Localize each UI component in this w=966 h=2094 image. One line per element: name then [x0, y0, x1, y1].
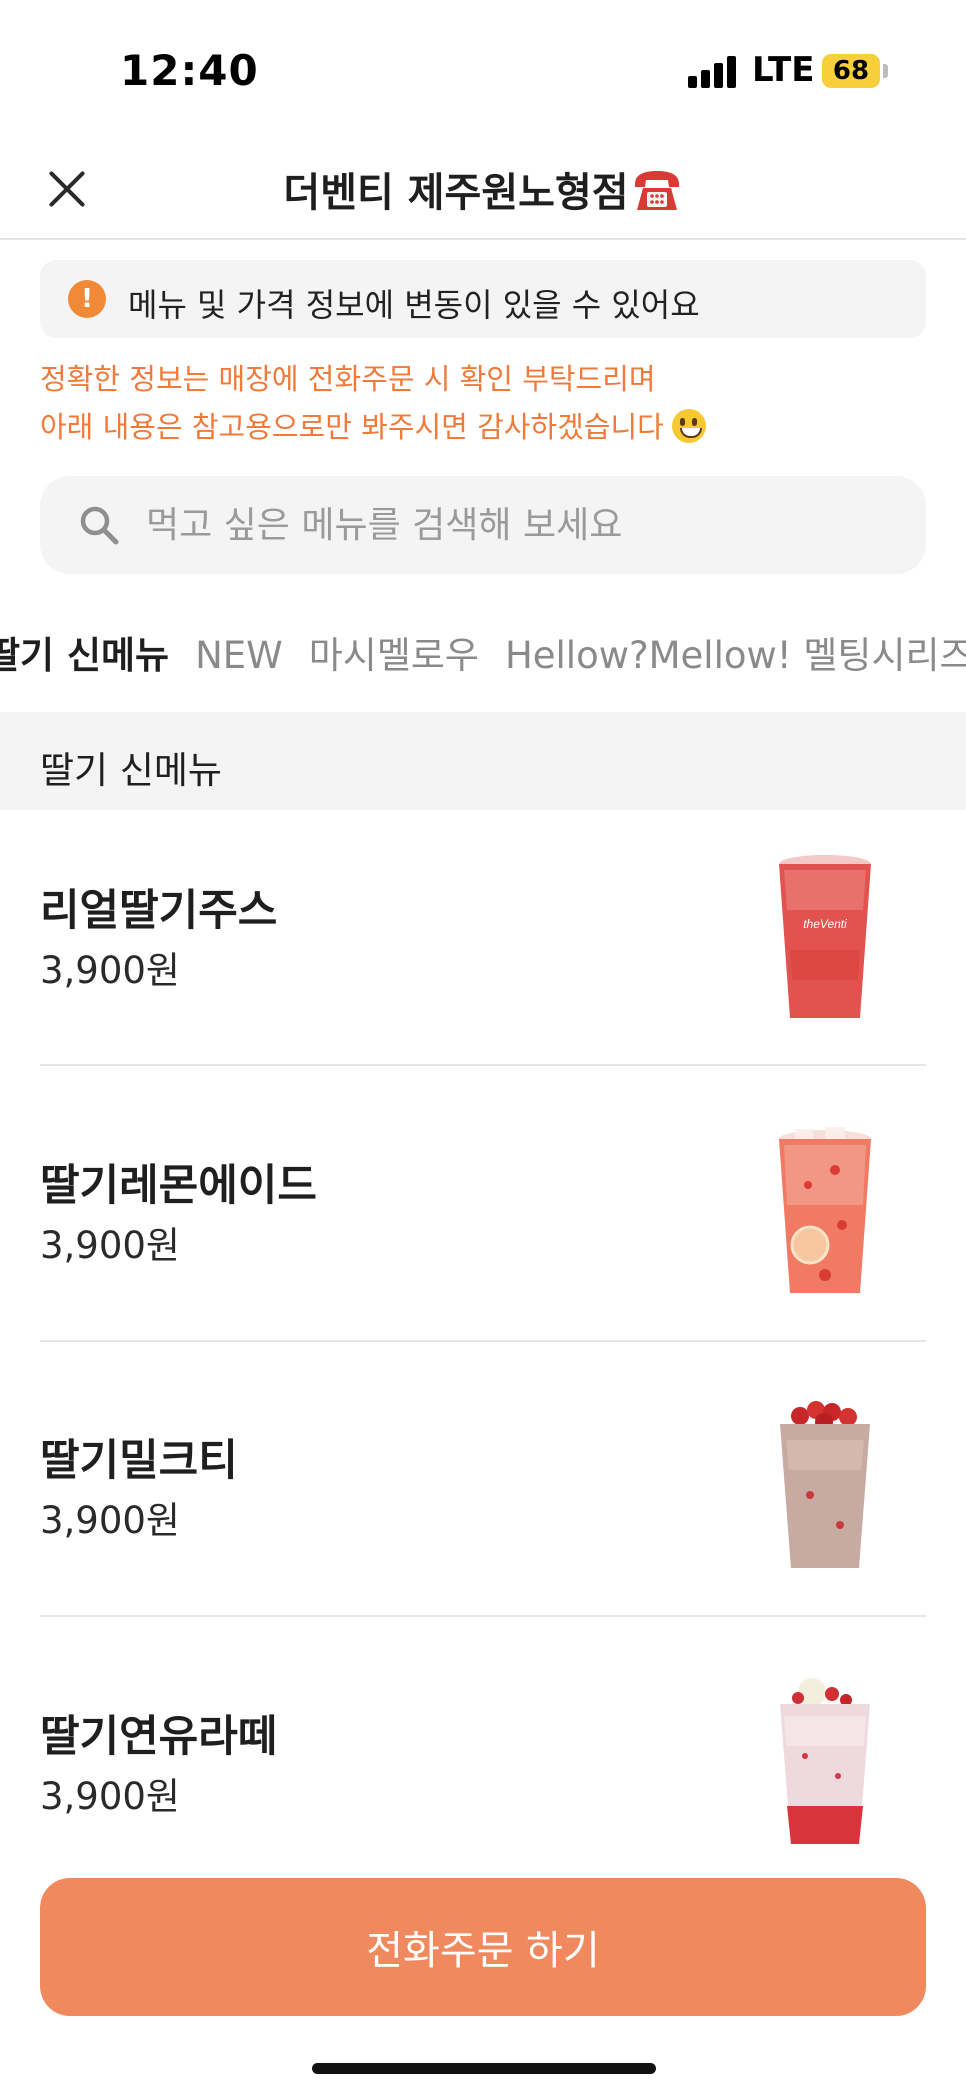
menu-item[interactable]: 딸기연유라떼 3,900원	[40, 1636, 926, 1911]
divider	[40, 1615, 926, 1617]
search-icon	[80, 506, 119, 545]
strawberry-condensed-milk-latte-image	[780, 1678, 870, 1844]
smiley-emoji-icon	[671, 409, 706, 443]
category-tabs-track: 딸기 신메뉴 NEW 마시멜로우 Hellow?Mellow! 멜팅시리즈	[0, 630, 966, 682]
telephone-icon[interactable]	[631, 166, 683, 214]
menu-item-name: 딸기밀크티	[40, 1436, 238, 1486]
divider	[40, 1064, 926, 1066]
menu-item-price: 3,900원	[40, 949, 180, 992]
store-name: 더벤티 제주원노형점	[283, 170, 629, 216]
status-bar: 12:40 LTE 68	[0, 0, 966, 140]
search-bar[interactable]	[40, 476, 926, 574]
battery-tip	[883, 64, 888, 78]
call-order-button[interactable]: 전화주문 하기	[40, 1878, 926, 2016]
menu-item-price: 3,900원	[40, 1224, 180, 1267]
home-indicator[interactable]	[312, 2063, 656, 2074]
strawberry-milk-tea-image	[780, 1401, 870, 1568]
signal-strength-icon	[688, 56, 738, 88]
strawberry-juice-image: theVenti	[779, 855, 871, 1018]
search-input[interactable]	[146, 496, 886, 554]
section-header: 딸기 신메뉴	[0, 712, 966, 810]
menu-item-price: 3,900원	[40, 1499, 180, 1542]
menu-item[interactable]: 딸기밀크티 3,900원	[40, 1360, 926, 1635]
tab-melting-series[interactable]: Hellow?Mellow! 멜팅시리즈	[505, 630, 966, 682]
network-label: LTE	[752, 50, 815, 90]
menu-item-name: 딸기레몬에이드	[40, 1161, 317, 1211]
header: 더벤티 제주원노형점	[0, 140, 966, 240]
svg-text:theVenti: theVenti	[803, 917, 847, 931]
tab-marshmallow[interactable]: 마시멜로우	[309, 630, 479, 682]
notice-banner: ! 메뉴 및 가격 정보에 변동이 있을 수 있어요	[40, 260, 926, 338]
disclaimer-line-2-text: 아래 내용은 참고용으로만 봐주시면 감사하겠습니다	[40, 410, 664, 444]
disclaimer-line-2: 아래 내용은 참고용으로만 봐주시면 감사하겠습니다	[40, 404, 706, 446]
page: 12:40 LTE 68 더벤티 제주원노형점 ! 메뉴 및 가격 정보에 변동…	[0, 0, 966, 2094]
disclaimer-line-1: 정확한 정보는 매장에 전화주문 시 확인 부탁드리며	[40, 362, 656, 396]
battery-icon: 68	[822, 54, 880, 88]
menu-item[interactable]: 리얼딸기주스 3,900원 theVenti	[40, 810, 926, 1085]
notice-text: 메뉴 및 가격 정보에 변동이 있을 수 있어요	[128, 286, 700, 324]
menu-item-name: 딸기연유라떼	[40, 1712, 278, 1762]
section-title: 딸기 신메뉴	[40, 749, 222, 792]
category-tabs[interactable]: 딸기 신메뉴 NEW 마시멜로우 Hellow?Mellow! 멜팅시리즈	[0, 630, 966, 690]
strawberry-lemonade-image	[779, 1127, 871, 1293]
battery-level: 68	[832, 56, 870, 86]
tab-strawberry-new-menu[interactable]: 딸기 신메뉴	[0, 630, 169, 682]
menu-item-name: 리얼딸기주스	[40, 886, 278, 936]
tab-new[interactable]: NEW	[195, 630, 283, 682]
status-time: 12:40	[120, 46, 259, 95]
menu-item[interactable]: 딸기레몬에이드 3,900원	[40, 1085, 926, 1360]
page-title: 더벤티 제주원노형점	[0, 160, 966, 218]
divider	[40, 1340, 926, 1342]
exclamation-circle-icon: !	[68, 280, 106, 318]
menu-item-price: 3,900원	[40, 1775, 180, 1818]
